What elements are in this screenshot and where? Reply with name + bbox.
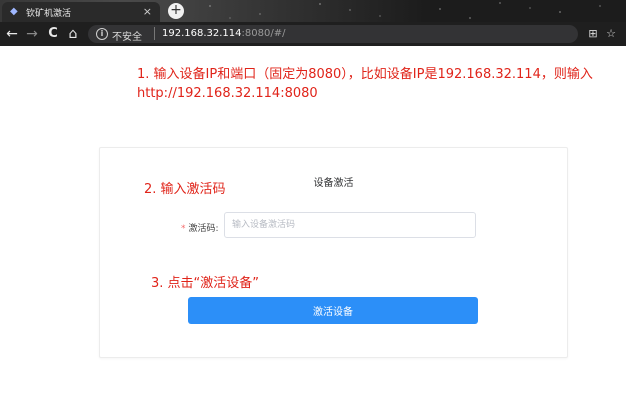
browser-tab[interactable]: ◆ 钦矿机激活 × [2,2,160,22]
instruction-step1-line2: http://192.168.32.114:8080 [137,86,318,101]
url-text[interactable]: 192.168.32.114:8080/#/ [162,28,285,39]
favicon-icon: ◆ [10,6,18,17]
address-bar[interactable]: i 不安全 192.168.32.114:8080/#/ [88,25,578,43]
tab-title: 钦矿机激活 [26,8,72,19]
instruction-step1: 1. 输入设备IP和端口（固定为8080），比如设备IP是192.168.32.… [137,65,593,103]
info-icon[interactable]: i [96,28,108,40]
url-path: :8080/#/ [241,28,286,39]
close-icon[interactable]: × [143,6,152,17]
home-icon[interactable]: ⌂ [65,26,81,42]
instruction-step2: 2. 输入激活码 [144,182,226,197]
instruction-step3: 3. 点击“激活设备” [151,276,260,291]
reload-icon[interactable]: C [45,26,61,42]
address-divider [154,27,155,40]
browser-toolbar: ← → C ⌂ i 不安全 192.168.32.114:8080/#/ ⊞ ☆ [0,22,626,46]
back-icon[interactable]: ← [4,26,20,42]
translate-icon[interactable]: ⊞ [586,26,600,42]
url-host: 192.168.32.114 [162,28,242,39]
activation-card: 设备激活 2. 输入激活码 *激活码: 3. 点击“激活设备” 激活设备 [99,147,568,358]
activation-code-input[interactable] [224,212,476,238]
required-mark: * [181,224,186,234]
activation-code-label: * 激活码: [181,221,219,234]
forward-icon[interactable]: → [24,26,40,42]
activation-code-label-text: 激活码: [188,224,219,234]
browser-tabstrip: ◆ 钦矿机激活 × + [0,0,626,22]
activate-device-button[interactable]: 激活设备 [188,297,478,324]
new-tab-button[interactable]: + [168,3,184,19]
bookmark-star-icon[interactable]: ☆ [604,26,618,42]
security-label: 不安全 [112,32,142,43]
instruction-step1-line1: 1. 输入设备IP和端口（固定为8080），比如设备IP是192.168.32.… [137,67,593,82]
